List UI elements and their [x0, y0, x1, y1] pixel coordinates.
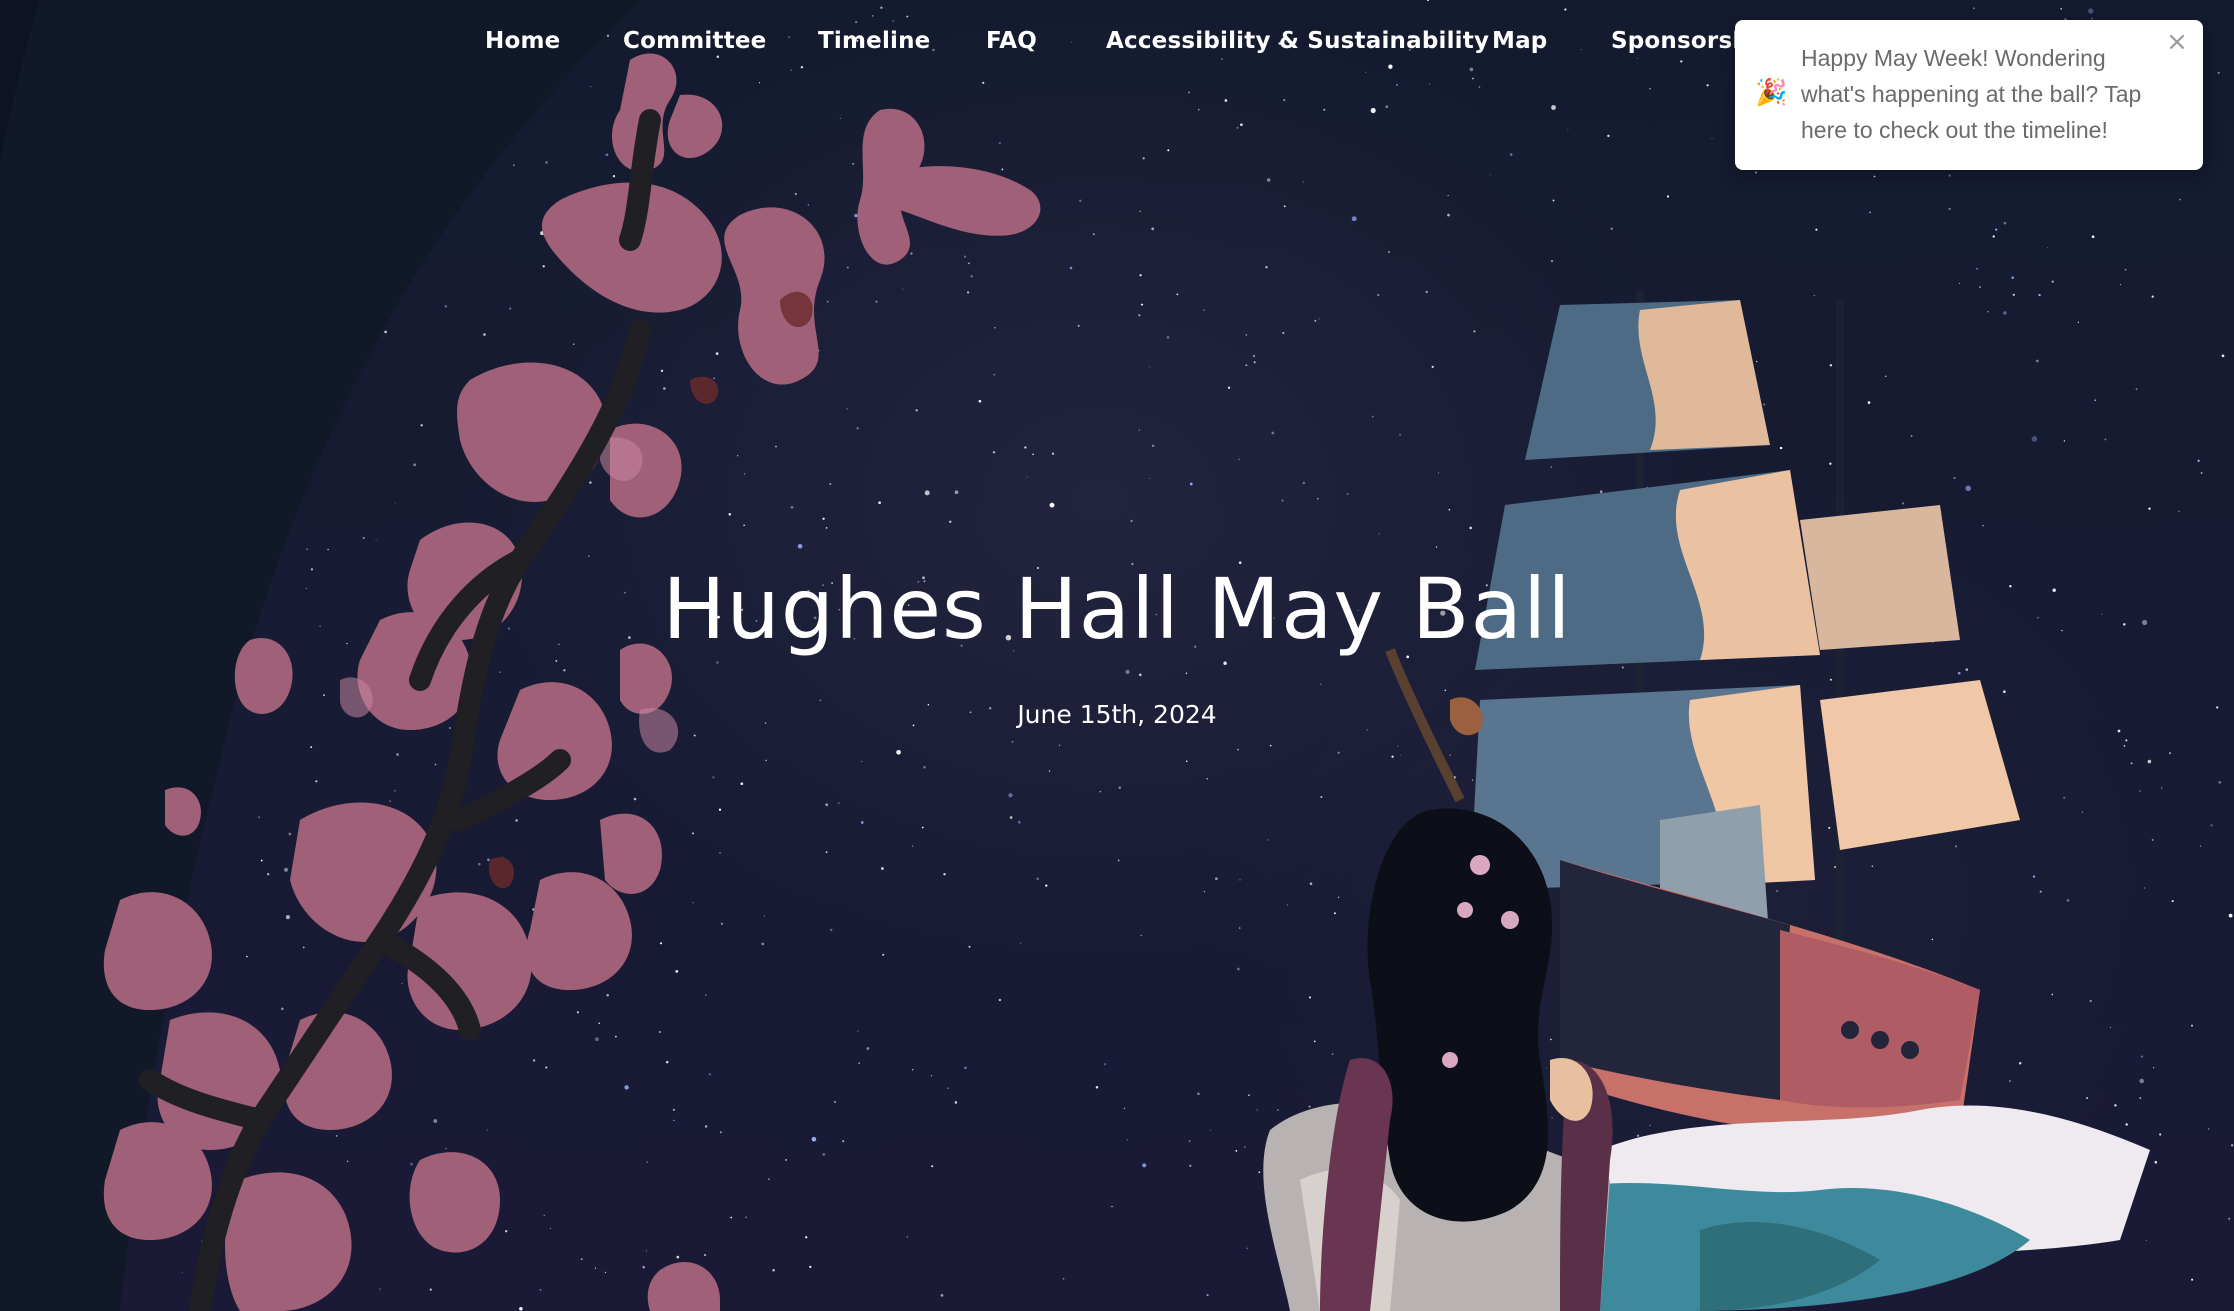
page-title: Hughes Hall May Ball	[662, 560, 1572, 658]
event-date: June 15th, 2024	[1017, 700, 1217, 729]
nav-map-link[interactable]: Map	[1492, 28, 1547, 54]
nav-accessibility-sustainability-link[interactable]: Accessibility & Sustainability	[1106, 28, 1489, 54]
close-icon[interactable]: ×	[2163, 28, 2191, 56]
timeline-notification-toast[interactable]: 🎉 Happy May Week! Wondering what's happe…	[1735, 20, 2203, 170]
nav-committee-link[interactable]: Committee	[623, 28, 766, 54]
nav-faq-link[interactable]: FAQ	[986, 28, 1037, 54]
toast-message[interactable]: Happy May Week! Wondering what's happeni…	[1801, 40, 2171, 148]
party-popper-icon: 🎉	[1755, 78, 1788, 108]
nav-timeline-link[interactable]: Timeline	[818, 28, 930, 54]
hero-section: Home Committee Timeline FAQ Accessibilit…	[0, 0, 2234, 1311]
nav-home-link[interactable]: Home	[485, 28, 560, 54]
